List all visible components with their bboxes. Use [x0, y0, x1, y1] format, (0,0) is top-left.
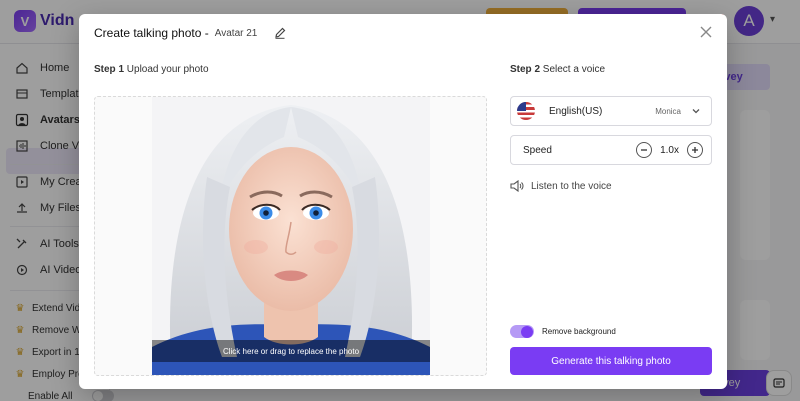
step2-number: Step 2: [510, 64, 541, 75]
us-flag-icon: [517, 102, 535, 120]
remove-background-toggle[interactable]: [510, 325, 534, 338]
voice-language: English(US): [549, 105, 603, 117]
plus-icon: [692, 147, 698, 153]
speed-increase-button[interactable]: [687, 142, 703, 158]
listen-voice-button[interactable]: Listen to the voice: [510, 180, 612, 192]
close-icon[interactable]: [699, 25, 713, 39]
step1-text: Upload your photo: [126, 64, 209, 75]
step2-text: Select a voice: [542, 64, 606, 75]
photo-upload-area[interactable]: Click here or drag to replace the photo: [94, 96, 487, 376]
remove-background-label: Remove background: [542, 327, 616, 336]
replace-photo-hint[interactable]: Click here or drag to replace the photo: [152, 340, 430, 362]
minus-icon: [641, 149, 648, 151]
speed-label: Speed: [523, 144, 552, 156]
speed-decrease-button[interactable]: [636, 142, 653, 158]
edit-icon[interactable]: [273, 26, 287, 40]
speed-value: 1.0x: [660, 144, 679, 156]
step2-heading: Step 2 Select a voice: [510, 64, 605, 75]
listen-label: Listen to the voice: [531, 180, 612, 192]
avatar-photo: [152, 97, 430, 375]
speaker-icon: [510, 180, 524, 192]
step1-number: Step 1: [94, 64, 125, 75]
chevron-down-icon: [692, 109, 700, 114]
avatar-name: Avatar 21: [214, 27, 258, 39]
dialog-title-text: Create talking photo -: [94, 26, 209, 40]
dialog-title: Create talking photo - Avatar 21: [94, 26, 287, 40]
remove-background-row: Remove background: [510, 325, 616, 338]
speed-control: Speed 1.0x: [510, 135, 712, 165]
voice-select[interactable]: English(US) Monica: [510, 96, 712, 126]
create-talking-photo-dialog: Create talking photo - Avatar 21 Step 1 …: [79, 14, 727, 389]
voice-name: Monica: [655, 106, 681, 116]
generate-talking-photo-button[interactable]: Generate this talking photo: [510, 347, 712, 375]
step1-heading: Step 1 Upload your photo: [94, 64, 209, 75]
